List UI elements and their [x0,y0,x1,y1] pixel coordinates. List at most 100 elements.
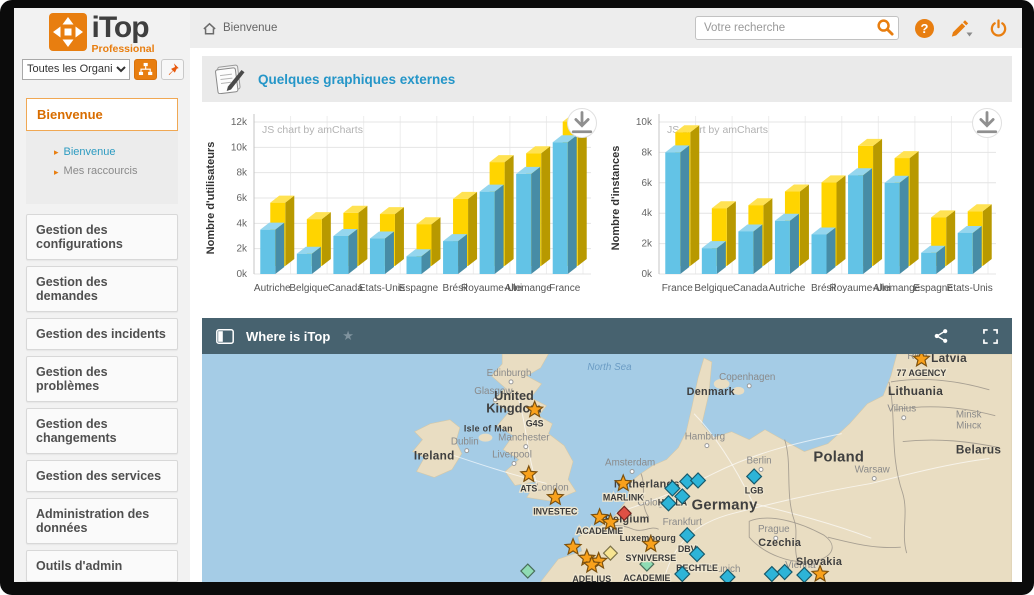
search-input[interactable] [695,16,899,40]
sidebar-item-gestion-changements[interactable]: Gestion des changements [26,408,178,454]
sidebar-item-administration-donnees[interactable]: Administration des données [26,498,178,544]
sidebar-item-gestion-problemes[interactable]: Gestion des problèmes [26,356,178,402]
svg-text:Manchester: Manchester [498,433,550,444]
sidebar-subitem-label: Bienvenue [64,143,116,163]
svg-text:4k: 4k [641,208,653,219]
svg-text:8k: 8k [641,147,653,158]
svg-text:Autriche: Autriche [254,283,291,294]
svg-text:Prague: Prague [758,524,790,535]
sidebar-item-gestion-configurations[interactable]: Gestion des configurations [26,214,178,260]
svg-text:Germany: Germany [692,497,758,513]
hierarchy-button[interactable] [134,59,157,80]
svg-text:JS chart by amCharts: JS chart by amCharts [262,124,363,136]
svg-text:Dublin: Dublin [451,437,479,448]
download-icon [973,23,1001,223]
svg-text:Belarus: Belarus [956,443,1001,457]
dashboard-content: Quelques graphiques externes 0k 2k 4k 6k 8k 1… [190,48,1022,582]
svg-text:Lithuania: Lithuania [888,384,943,398]
sidebar-menu: Bienvenue ▸ Bienvenue ▸ Mes raccourcis G… [14,80,190,583]
instances-bar-chart: 0k2k4k6k8k10kJS chart by amChartsFranceB… [607,108,1012,308]
svg-text:SYNIVERSE: SYNIVERSE [625,553,676,563]
svg-text:MARLINK: MARLINK [603,492,644,502]
charts-row: 0k2k4k6k8k10k12kJS chart by amChartsAutr… [202,108,1012,308]
favorite-star-icon[interactable]: ★ [342,328,354,344]
main-area: Bienvenue ? [190,8,1022,582]
svg-text:INVESTEC: INVESTEC [533,506,578,516]
svg-text:6k: 6k [236,193,248,204]
svg-text:Isle of Man: Isle of Man [464,424,513,434]
svg-text:Belgique: Belgique [694,283,733,294]
topbar: Bienvenue ? [190,8,1022,48]
svg-text:Edinburgh: Edinburgh [487,368,532,379]
breadcrumb[interactable]: Bienvenue [202,21,277,36]
svg-text:ACADEMIE: ACADEMIE [576,526,623,536]
sidebar-item-gestion-incidents[interactable]: Gestion des incidents [26,318,178,350]
search-icon[interactable] [876,18,895,42]
svg-text:France: France [662,283,694,294]
sidebar-item-outils-admin[interactable]: Outils d'admin [26,550,178,582]
svg-text:G4S: G4S [526,419,544,429]
svg-text:2k: 2k [236,244,248,255]
sidebar-subitem-bienvenue[interactable]: ▸ Bienvenue [54,143,170,163]
svg-text:Etats-Unis: Etats-Unis [947,283,993,294]
brand-edition: Professional [91,44,154,55]
brand-name: iTop [91,13,154,43]
itop-logo-icon [49,13,87,51]
share-icon[interactable] [933,328,949,344]
fullscreen-icon[interactable] [983,329,998,344]
dashboard-header: Quelques graphiques externes [202,56,1012,102]
svg-text:Czechia: Czechia [758,537,802,549]
chart-download-button[interactable] [567,108,597,138]
svg-text:Minsk: Minsk [956,410,982,421]
svg-text:Allemange: Allemange [505,283,553,294]
instances-chart-panel: 0k2k4k6k8k10kJS chart by amChartsFranceB… [607,108,1012,308]
panel-layout-icon [216,329,234,344]
notepad-pencil-icon [212,64,246,94]
svg-text:Canada: Canada [733,283,768,294]
svg-text:Frankfurt: Frankfurt [663,517,703,528]
map-panel-header: Where is iTop ★ [202,318,1012,354]
dashboard-title: Quelques graphiques externes [258,72,455,87]
users-chart-panel: 0k2k4k6k8k10k12kJS chart by amChartsAutr… [202,108,607,308]
help-icon[interactable]: ? [915,19,934,38]
svg-text:Autriche: Autriche [769,283,806,294]
download-icon [568,23,596,223]
breadcrumb-label: Bienvenue [223,22,277,34]
svg-text:Warsaw: Warsaw [855,464,891,475]
chart-download-button[interactable] [972,108,1002,138]
svg-text:8k: 8k [236,168,248,179]
svg-text:Nombre d'instances: Nombre d'instances [610,146,622,251]
svg-text:North Sea: North Sea [587,362,632,373]
svg-text:France: France [549,283,581,294]
pin-icon [166,62,180,76]
svg-text:0k: 0k [236,269,248,280]
svg-text:0k: 0k [641,269,653,280]
svg-text:77 AGENCY: 77 AGENCY [897,368,947,378]
map-panel: Where is iTop ★ [202,318,1012,582]
svg-text:London: London [536,482,569,493]
svg-text:Мінск: Мінск [956,421,982,432]
users-bar-chart: 0k2k4k6k8k10k12kJS chart by amChartsAutr… [202,108,607,308]
organization-selector[interactable]: Toutes les Organisation [22,59,130,80]
svg-text:Copenhagen: Copenhagen [719,372,775,383]
sidebar-submenu: ▸ Bienvenue ▸ Mes raccourcis [26,131,178,205]
svg-text:Vilnius: Vilnius [887,404,916,415]
sidebar-subitem-label: Mes raccourcis [64,162,138,182]
svg-text:Poland: Poland [813,449,864,465]
sidebar-subitem-mes-raccourcis[interactable]: ▸ Mes raccourcis [54,162,170,182]
svg-text:10k: 10k [636,117,653,128]
pin-button[interactable] [161,59,184,80]
sidebar-item-gestion-services[interactable]: Gestion des services [26,460,178,492]
hierarchy-icon [138,62,153,77]
sidebar-item-bienvenue[interactable]: Bienvenue [26,98,178,131]
svg-text:10k: 10k [231,142,248,153]
svg-text:Liverpool: Liverpool [492,449,532,460]
sidebar-item-gestion-demandes[interactable]: Gestion des demandes [26,266,178,312]
map-body: North SeaEdinburghGlasgowDublinMancheste… [202,354,1012,582]
global-search [695,16,899,40]
edit-menu-icon[interactable] [950,18,973,38]
home-icon [202,21,217,36]
europe-map[interactable]: North SeaEdinburghGlasgowDublinMancheste… [202,354,1012,582]
svg-text:Espagne: Espagne [399,283,439,294]
svg-text:LGB: LGB [745,485,764,495]
